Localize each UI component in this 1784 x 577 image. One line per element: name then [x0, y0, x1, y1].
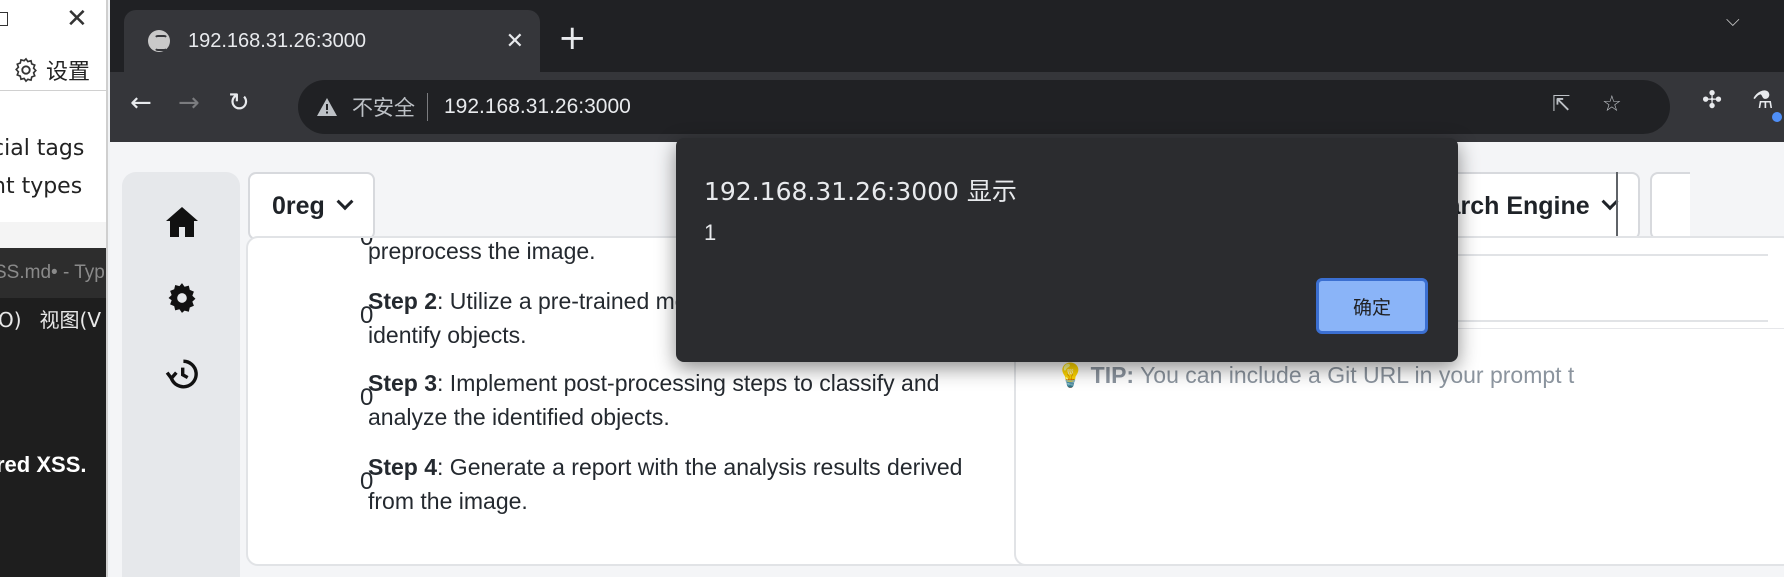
- settings-item[interactable]: 设置: [12, 54, 90, 86]
- share-icon[interactable]: ⇱: [1552, 92, 1570, 117]
- reload-button[interactable]: ↻: [228, 86, 250, 120]
- maximize-icon[interactable]: [0, 12, 8, 26]
- settings-label: 设置: [46, 60, 91, 85]
- model-dropdown-label: 0reg: [272, 191, 325, 220]
- extensions-icon[interactable]: ✣: [1702, 86, 1722, 114]
- tip-label: TIP:: [1090, 362, 1135, 388]
- background-window: ✕ 设置 cial tags nt types SS.md• - Typ O) 视…: [0, 0, 108, 577]
- step-item: Step 4: Generate a report with the analy…: [368, 454, 963, 514]
- app-sidebar: [122, 172, 240, 577]
- window-gap: [0, 222, 106, 248]
- menu-item[interactable]: 视图(V: [40, 308, 101, 332]
- divider: [0, 90, 106, 91]
- editor-heading: red XSS.: [0, 452, 87, 477]
- tip-text: 💡 TIP: You can include a Git URL in your …: [1056, 362, 1574, 389]
- browser-chrome: 192.168.31.26:3000 ✕ + ⌵ ← → ↻ 不安全 192.1…: [110, 0, 1784, 142]
- tab-search-icon[interactable]: ⌵: [1726, 10, 1740, 31]
- tab-close-icon[interactable]: ✕: [506, 29, 524, 54]
- dialog-message: 1: [704, 220, 717, 245]
- list-item[interactable]: cial tags: [0, 136, 84, 161]
- tip-body: You can include a Git URL in your prompt…: [1134, 362, 1575, 388]
- menu-item[interactable]: O): [0, 308, 22, 332]
- alert-dialog: 192.168.31.26:3000 显示 1 确定: [676, 138, 1458, 362]
- background-window-titlebar: ✕: [0, 0, 106, 40]
- editor-menu: O) 视图(V: [0, 304, 106, 333]
- toolbar-separator: [1616, 172, 1618, 240]
- settings-gear-icon[interactable]: [162, 278, 202, 318]
- model-dropdown[interactable]: 0reg: [248, 172, 375, 240]
- chevron-down-icon: [336, 193, 354, 211]
- address-bar[interactable]: 不安全 192.168.31.26:3000 ⇱ ☆: [298, 80, 1670, 134]
- insecure-label[interactable]: 不安全: [352, 92, 415, 122]
- address-separator: [427, 93, 428, 121]
- list-item[interactable]: nt types: [0, 174, 82, 199]
- editor-title: SS.md• - Typ: [0, 262, 105, 283]
- labs-badge: [1772, 112, 1782, 122]
- bookmark-star-icon[interactable]: ☆: [1602, 92, 1622, 117]
- dialog-title: 192.168.31.26:3000 显示: [704, 177, 1017, 206]
- close-icon[interactable]: ✕: [66, 6, 88, 32]
- new-tab-button[interactable]: +: [558, 18, 587, 58]
- browser-tab[interactable]: 192.168.31.26:3000 ✕: [124, 10, 540, 72]
- toolbar-button[interactable]: [1650, 172, 1690, 240]
- back-button[interactable]: ←: [130, 86, 152, 120]
- site-favicon-icon: [148, 30, 170, 52]
- forward-button[interactable]: →: [178, 86, 200, 120]
- home-icon[interactable]: [162, 202, 202, 242]
- lightbulb-icon: 💡: [1056, 362, 1085, 388]
- screen: ✕ 设置 cial tags nt types SS.md• - Typ O) 视…: [0, 0, 1784, 577]
- browser-toolbar: ← → ↻ 不安全 192.168.31.26:3000 ⇱ ☆ ✣ ⚗: [110, 72, 1784, 142]
- history-icon[interactable]: [162, 354, 202, 394]
- ok-button[interactable]: 确定: [1316, 278, 1428, 334]
- gear-icon: [15, 57, 37, 83]
- url-text[interactable]: 192.168.31.26:3000: [444, 95, 631, 119]
- labs-icon[interactable]: ⚗: [1752, 86, 1774, 114]
- tab-title: 192.168.31.26:3000: [188, 29, 366, 52]
- warning-icon[interactable]: [316, 97, 338, 117]
- step-item: Step 3: Implement post-processing steps …: [368, 370, 940, 430]
